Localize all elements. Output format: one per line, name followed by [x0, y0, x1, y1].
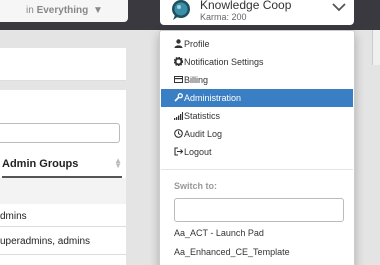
column-header-label: Admin Groups [2, 158, 79, 170]
sign-out-icon [174, 147, 183, 156]
page-header-panel [0, 48, 126, 81]
account-dropdown-menu: Profile Notification Settings Billing Ad… [159, 30, 355, 265]
scroll-edge [372, 30, 380, 65]
menu-divider [161, 169, 353, 170]
search-scope-value: Everything [36, 5, 89, 16]
table-row [0, 178, 126, 204]
table-row-text: uperadmins, admins [0, 236, 91, 247]
menu-item-label: Administration [184, 93, 242, 103]
search-scope-text: in Everything ▼ [26, 5, 103, 16]
org-switcher[interactable]: Knowledge Coop Karma: 200 [160, 0, 354, 25]
menu-item-label: Audit Log [184, 129, 223, 139]
chevron-down-icon[interactable] [332, 2, 346, 12]
table-row-text: dmins [0, 211, 27, 222]
menu-item-administration[interactable]: Administration [161, 89, 353, 107]
filter-input[interactable] [0, 123, 120, 143]
menu-item-notification-settings[interactable]: Notification Settings [161, 53, 353, 71]
menu-item-label: Notification Settings [184, 57, 264, 67]
column-header-admin-groups[interactable]: Admin Groups ▲ ▼ [2, 156, 122, 178]
signal-bars-icon [174, 112, 183, 120]
menu-item-label: Statistics [184, 111, 221, 121]
row-divider [0, 254, 126, 255]
caret-down-icon: ▼ [93, 5, 103, 16]
menu-item-label: Billing [184, 75, 209, 85]
sort-icon[interactable]: ▲ ▼ [114, 157, 122, 170]
org-search-input[interactable] [174, 198, 344, 222]
speech-bubble-logo-icon [172, 0, 190, 20]
gear-icon [174, 57, 183, 66]
admin-groups-panel: Admin Groups ▲ ▼ dmins uperadmins, admins [0, 90, 126, 265]
menu-item-logout[interactable]: Logout [161, 143, 353, 161]
menu-item-audit-log[interactable]: Audit Log [161, 125, 353, 143]
switch-to-label: Switch to: [174, 181, 217, 191]
org-option[interactable]: Aa_ACT - Launch Pad [174, 228, 264, 238]
org-karma: Karma: 200 [200, 12, 247, 22]
org-option[interactable]: Aa_Enhanced_CE_Template [174, 247, 290, 257]
top-navbar: in Everything ▼ Knowledge Coop Karma: 20… [0, 0, 380, 30]
menu-item-statistics[interactable]: Statistics [161, 107, 353, 125]
wrench-icon [174, 93, 183, 102]
menu-item-label: Profile [184, 39, 210, 49]
credit-card-icon [174, 76, 183, 83]
row-divider [0, 226, 126, 227]
menu-item-billing[interactable]: Billing [161, 71, 353, 89]
menu-item-label: Logout [184, 147, 212, 157]
search-scope-prefix: in [26, 5, 34, 16]
user-icon [174, 39, 183, 48]
clock-icon [174, 129, 183, 138]
search-scope-selector[interactable]: in Everything ▼ [0, 0, 128, 22]
menu-item-profile[interactable]: Profile [161, 35, 353, 53]
org-name: Knowledge Coop [200, 0, 292, 12]
